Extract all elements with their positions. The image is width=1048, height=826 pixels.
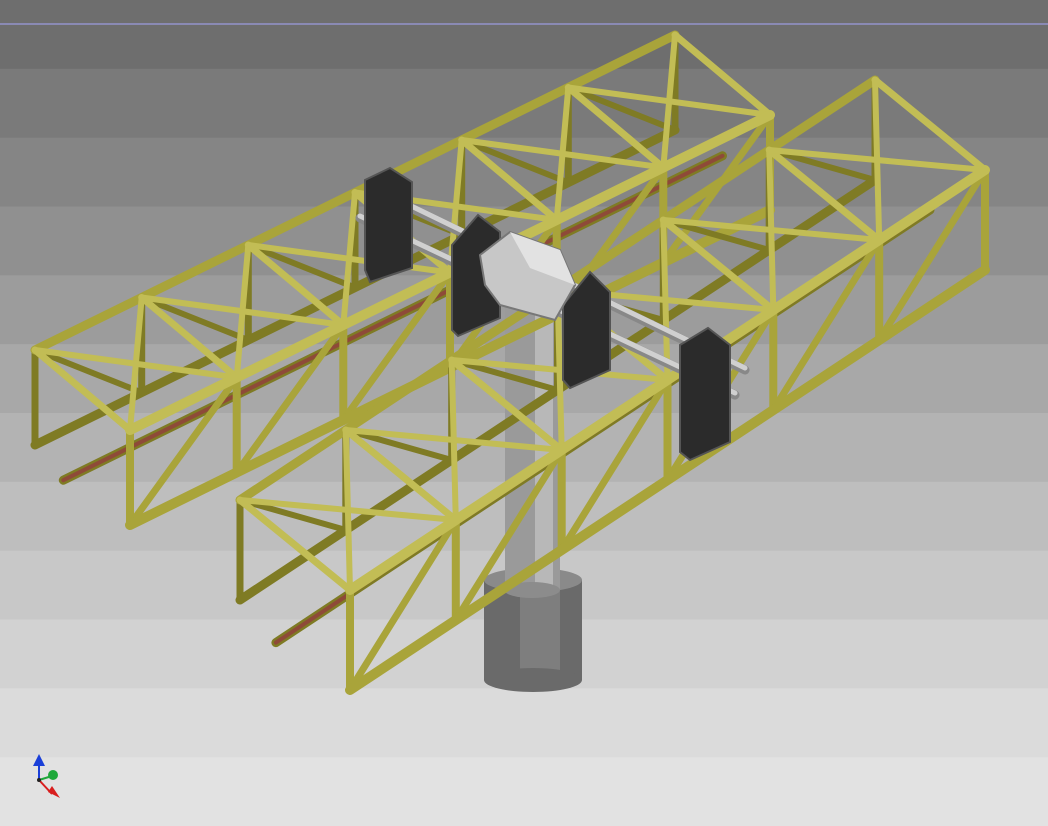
truss-diagonal-front: [346, 516, 460, 694]
axis-origin: [37, 778, 41, 782]
truss-right[interactable]: [235, 75, 990, 695]
3d-model-canvas[interactable]: [0, 0, 1048, 826]
cad-viewport[interactable]: [0, 0, 1048, 826]
truss-top-cross: [871, 76, 989, 174]
truss-left[interactable]: [30, 30, 775, 530]
truss-diagonal-front: [769, 236, 883, 414]
truss-diagonal-front: [558, 376, 671, 554]
axis-triad-icon: [33, 754, 60, 798]
truss-diagonal-front: [875, 166, 989, 344]
end-plate-left: [364, 166, 413, 284]
axis-x-arrow: [48, 786, 60, 798]
end-plate-right: [679, 326, 731, 462]
column-base-bottom: [484, 668, 582, 692]
axis-z-arrow: [33, 754, 45, 766]
axis-y-arrow: [48, 770, 58, 780]
truss-chord-front-top: [345, 165, 990, 595]
